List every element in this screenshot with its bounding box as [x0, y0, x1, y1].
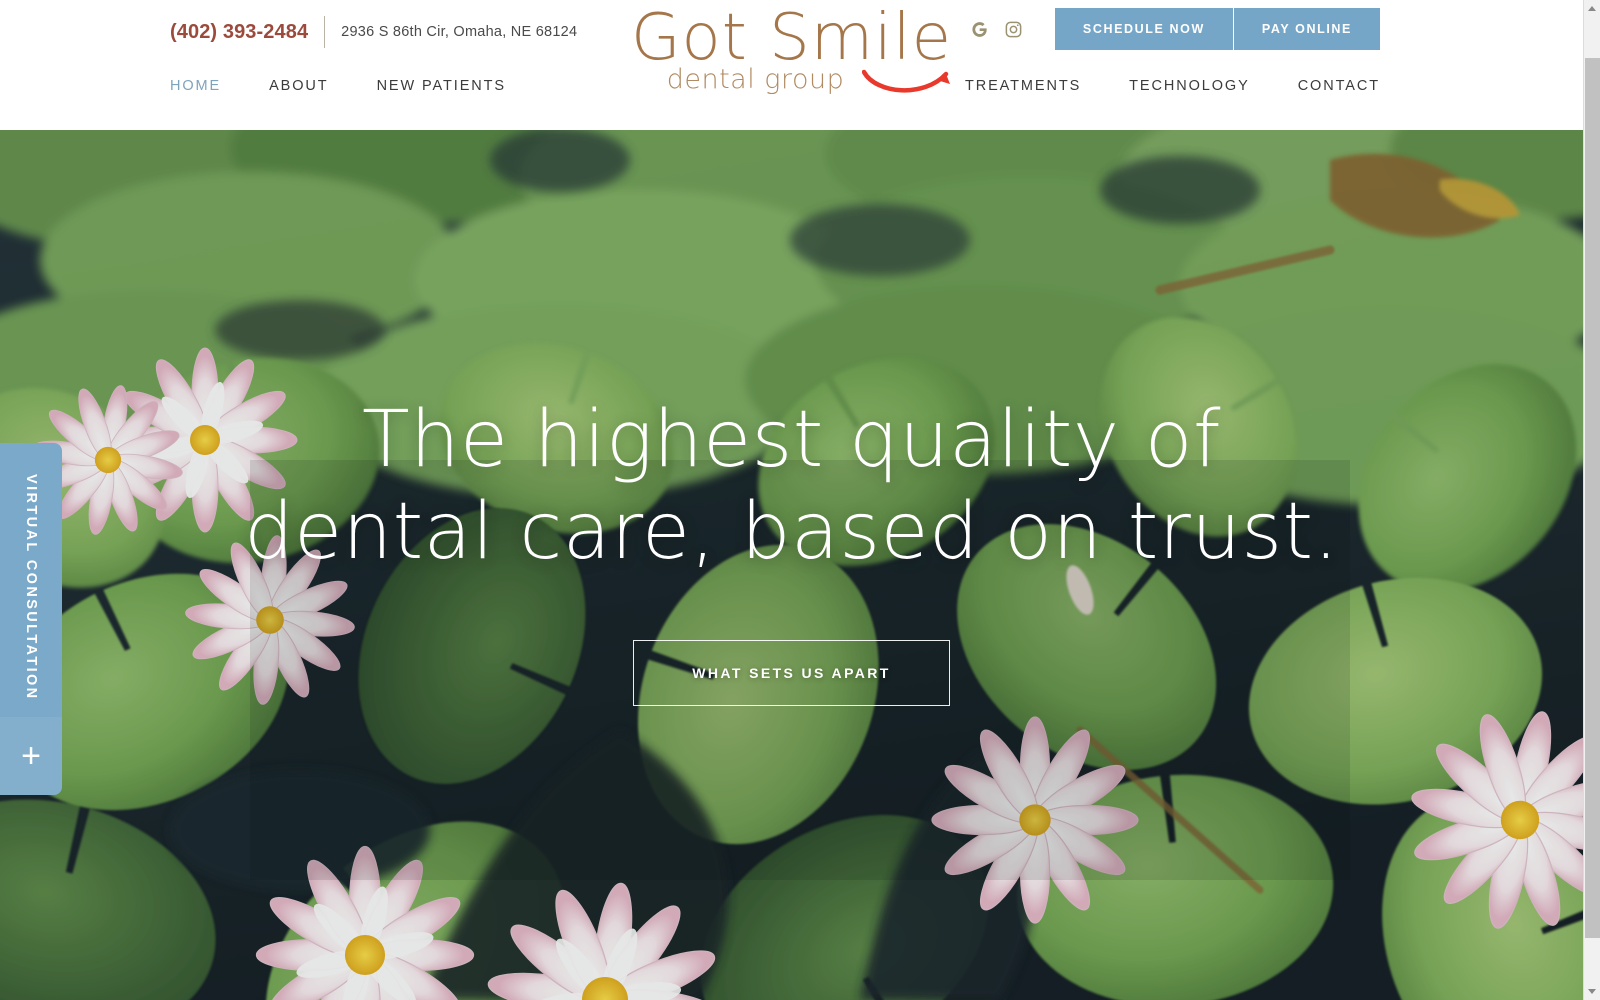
site-header: (402) 393-2484 2936 S 86th Cir, Omaha, N…	[0, 0, 1583, 130]
cta-button-group: SCHEDULE NOW PAY ONLINE	[1054, 8, 1380, 50]
hero-heading: The highest quality of dental care, base…	[244, 394, 1339, 578]
logo-wordmark: Got Smile	[630, 1, 953, 75]
hero-heading-line-2: dental care, based on trust.	[244, 487, 1339, 577]
google-icon[interactable]	[969, 18, 991, 40]
instagram-icon[interactable]	[1003, 18, 1025, 40]
nav-item-contact[interactable]: CONTACT	[1274, 78, 1380, 94]
nav-group-left: HOME ABOUT NEW PATIENTS	[170, 78, 530, 94]
pay-online-button[interactable]: PAY ONLINE	[1232, 8, 1380, 50]
hero-section: The highest quality of dental care, base…	[0, 130, 1583, 1000]
social-links	[969, 18, 1025, 40]
nav-item-treatments[interactable]: TREATMENTS	[941, 78, 1105, 94]
nav-group-right: TREATMENTS TECHNOLOGY CONTACT	[941, 78, 1380, 94]
hero-content: The highest quality of dental care, base…	[0, 130, 1583, 1000]
header-actions: SCHEDULE NOW PAY ONLINE	[969, 8, 1380, 50]
main-navigation: HOME ABOUT NEW PATIENTS TREATMENTS TECHN…	[0, 70, 1583, 120]
scrollbar-down-arrow-icon[interactable]	[1584, 983, 1600, 1000]
schedule-now-button[interactable]: SCHEDULE NOW	[1054, 8, 1233, 50]
nav-item-new-patients[interactable]: NEW PATIENTS	[353, 78, 530, 94]
scrollbar-up-arrow-icon[interactable]	[1584, 0, 1600, 17]
virtual-consultation-tab[interactable]: VIRTUAL CONSULTATION +	[0, 443, 62, 795]
nav-item-technology[interactable]: TECHNOLOGY	[1105, 78, 1274, 94]
scrollbar-thumb[interactable]	[1585, 58, 1600, 938]
nav-item-about[interactable]: ABOUT	[245, 78, 352, 94]
virtual-consultation-expand-icon[interactable]: +	[0, 717, 62, 795]
hero-heading-line-1: The highest quality of	[361, 394, 1221, 485]
browser-window: (402) 393-2484 2936 S 86th Cir, Omaha, N…	[0, 0, 1600, 1000]
what-sets-us-apart-button[interactable]: WHAT SETS US APART	[633, 640, 950, 707]
virtual-consultation-label: VIRTUAL CONSULTATION	[23, 473, 39, 701]
contact-divider	[324, 16, 326, 48]
contact-info: (402) 393-2484 2936 S 86th Cir, Omaha, N…	[170, 16, 577, 48]
phone-link[interactable]: (402) 393-2484	[170, 21, 308, 44]
utility-bar: (402) 393-2484 2936 S 86th Cir, Omaha, N…	[0, 0, 1583, 95]
address-text: 2936 S 86th Cir, Omaha, NE 68124	[341, 24, 578, 40]
website-viewport: (402) 393-2484 2936 S 86th Cir, Omaha, N…	[0, 0, 1583, 1000]
nav-item-home[interactable]: HOME	[170, 78, 245, 94]
browser-scrollbar[interactable]	[1583, 0, 1600, 1000]
